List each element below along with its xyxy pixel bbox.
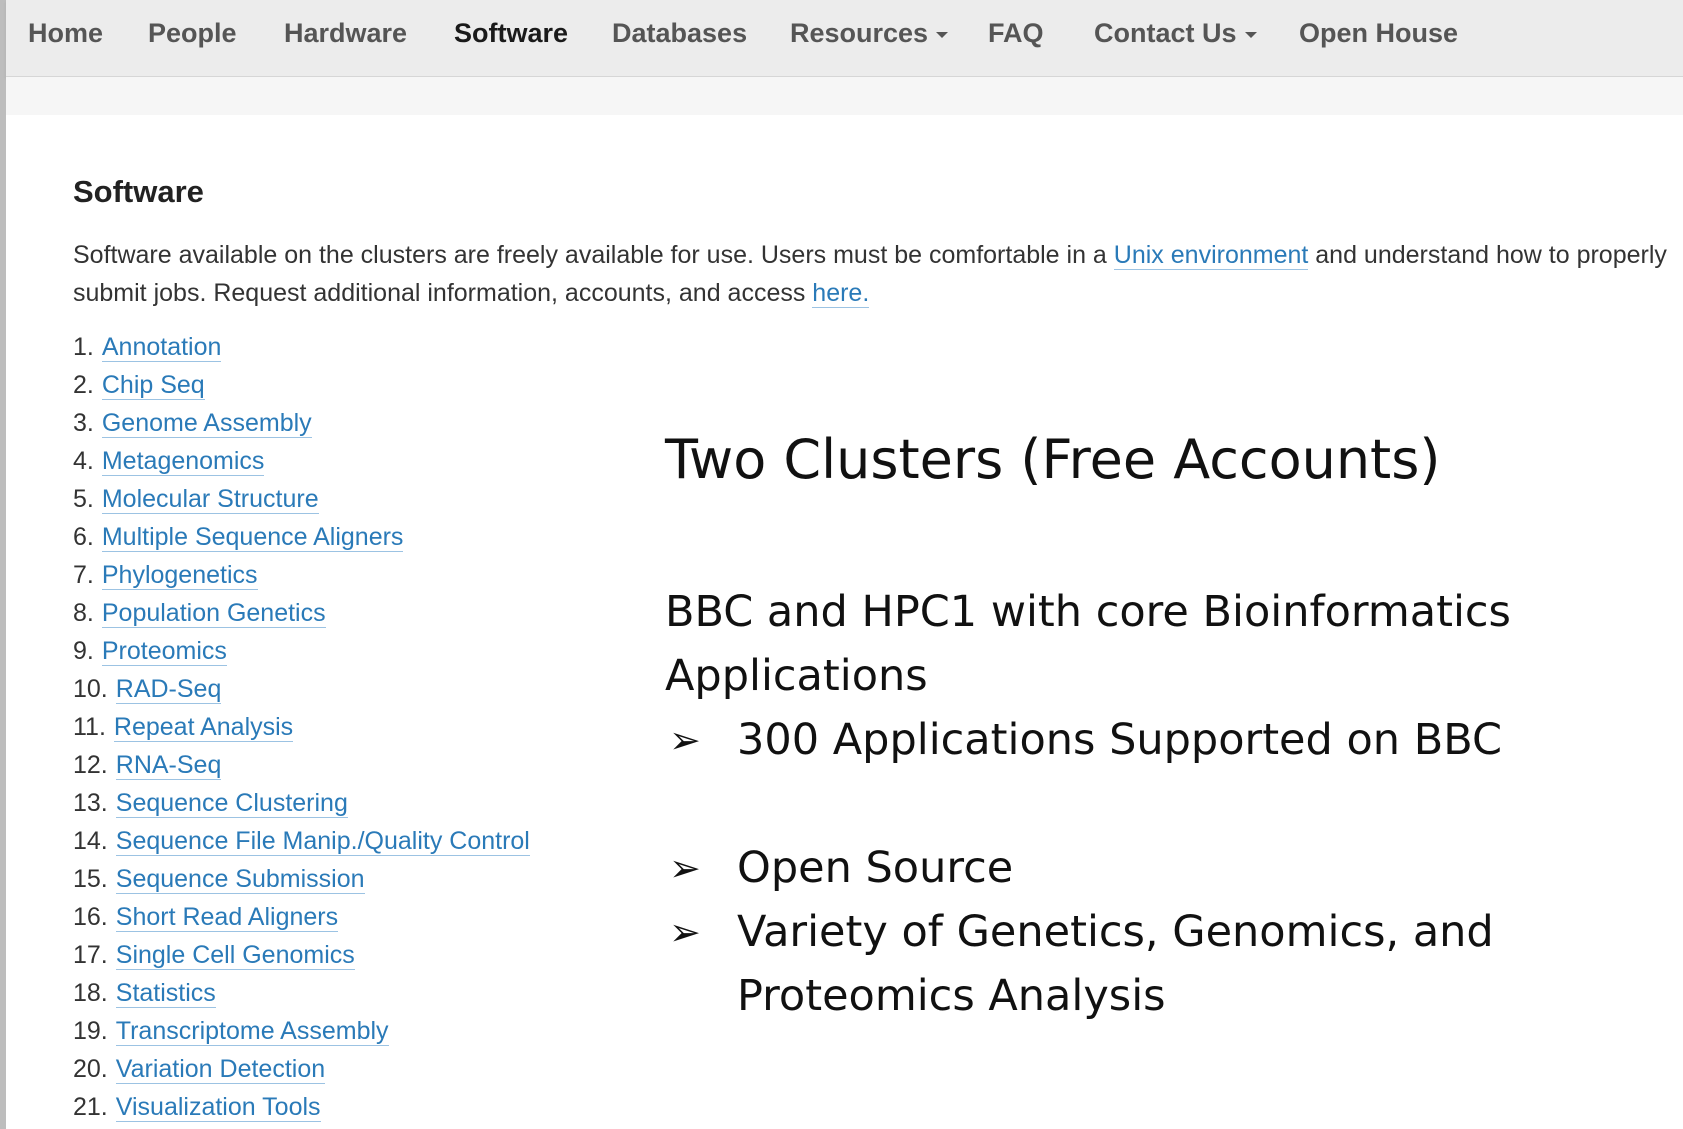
software-list-item: 10. RAD-Seq — [73, 670, 530, 708]
list-item-number: 10. — [73, 675, 108, 703]
software-category-link[interactable]: Sequence File Manip./Quality Control — [115, 827, 530, 856]
slide-bullet: ➢ 300 Applications Supported on BBC — [665, 708, 1625, 772]
nav-contact-label: Contact Us — [1094, 18, 1237, 48]
nav-open-house[interactable]: Open House — [1299, 18, 1458, 49]
nav-hardware[interactable]: Hardware — [284, 18, 407, 49]
software-category-link[interactable]: Repeat Analysis — [113, 713, 294, 742]
list-item-number: 11. — [73, 713, 106, 741]
nav-software[interactable]: Software — [454, 18, 568, 49]
page: Home People Hardware Software Databases … — [0, 0, 1683, 1129]
list-item-number: 17. — [73, 941, 108, 969]
software-list-item: 21. Visualization Tools — [73, 1088, 530, 1126]
list-item-number: 5. — [73, 485, 94, 513]
slide-bullet: ➢ Variety of Genetics, Genomics, and Pro… — [665, 900, 1625, 1028]
list-item-number: 7. — [73, 561, 94, 589]
slide-paragraph: BBC and HPC1 with core Bioinformatics Ap… — [665, 587, 1511, 701]
software-category-link[interactable]: Statistics — [115, 979, 216, 1008]
software-category-link[interactable]: Annotation — [101, 333, 222, 362]
software-list-item: 17. Single Cell Genomics — [73, 936, 530, 974]
list-item-number: 15. — [73, 865, 108, 893]
list-item-number: 14. — [73, 827, 108, 855]
top-navbar: Home People Hardware Software Databases … — [6, 0, 1683, 77]
nav-resources-label: Resources — [790, 18, 929, 48]
software-list-item: 12. RNA-Seq — [73, 746, 530, 784]
software-category-link[interactable]: Chip Seq — [101, 371, 205, 400]
software-category-link[interactable]: Variation Detection — [115, 1055, 326, 1084]
unix-environment-link[interactable]: Unix environment — [1113, 241, 1309, 270]
nav-resources-dropdown[interactable]: Resources — [790, 18, 949, 49]
software-list-item: 18. Statistics — [73, 974, 530, 1012]
software-list-item: 7. Phylogenetics — [73, 556, 530, 594]
software-list-item: 19. Transcriptome Assembly — [73, 1012, 530, 1050]
software-category-link[interactable]: Metagenomics — [101, 447, 265, 476]
arrow-bullet-icon: ➢ — [669, 910, 701, 954]
list-item-number: 6. — [73, 523, 94, 551]
list-item-number: 13. — [73, 789, 108, 817]
nav-faq[interactable]: FAQ — [988, 18, 1044, 49]
software-category-link[interactable]: Population Genetics — [101, 599, 326, 628]
software-category-link[interactable]: Single Cell Genomics — [115, 941, 355, 970]
software-list-item: 2. Chip Seq — [73, 366, 530, 404]
access-here-link[interactable]: here. — [812, 279, 870, 308]
slide-title: Two Clusters (Free Accounts) — [665, 428, 1441, 491]
software-category-link[interactable]: Visualization Tools — [115, 1093, 321, 1122]
software-category-link[interactable]: Genome Assembly — [101, 409, 312, 438]
software-list-item: 16. Short Read Aligners — [73, 898, 530, 936]
software-list-item: 13. Sequence Clustering — [73, 784, 530, 822]
caret-down-icon — [1244, 31, 1257, 38]
software-list-item: 9. Proteomics — [73, 632, 530, 670]
slide-bullet: ➢ Open Source — [665, 836, 1625, 900]
intro-paragraph: Software available on the clusters are f… — [73, 236, 1673, 312]
software-category-link[interactable]: Sequence Submission — [115, 865, 365, 894]
nav-home[interactable]: Home — [28, 18, 103, 49]
caret-down-icon — [936, 31, 949, 38]
software-list-item: 6. Multiple Sequence Aligners — [73, 518, 530, 556]
software-category-link[interactable]: RAD-Seq — [115, 675, 222, 704]
software-list-item: 14. Sequence File Manip./Quality Control — [73, 822, 530, 860]
software-list-item: 1. Annotation — [73, 328, 530, 366]
software-category-link[interactable]: RNA-Seq — [115, 751, 222, 780]
sub-navbar — [6, 77, 1683, 115]
list-item-number: 16. — [73, 903, 108, 931]
software-category-link[interactable]: Multiple Sequence Aligners — [101, 523, 404, 552]
software-category-link[interactable]: Sequence Clustering — [115, 789, 348, 818]
software-category-list: 1. Annotation 2. Chip Seq 3. Genome Assembly 4… — [73, 328, 530, 1126]
arrow-bullet-icon: ➢ — [669, 846, 701, 890]
software-list-item: 15. Sequence Submission — [73, 860, 530, 898]
list-item-number: 19. — [73, 1017, 108, 1045]
software-list-item: 5. Molecular Structure — [73, 480, 530, 518]
list-item-number: 8. — [73, 599, 94, 627]
list-item-number: 20. — [73, 1055, 108, 1083]
software-category-link[interactable]: Transcriptome Assembly — [115, 1017, 389, 1046]
software-list-item: 8. Population Genetics — [73, 594, 530, 632]
slide-bullet-text: Open Source — [737, 843, 1014, 893]
list-item-number: 2. — [73, 371, 94, 399]
nav-people[interactable]: People — [148, 18, 237, 49]
slide-bullet-text: Variety of Genetics, Genomics, and Prote… — [737, 907, 1494, 1021]
software-category-link[interactable]: Proteomics — [101, 637, 227, 666]
list-item-number: 4. — [73, 447, 94, 475]
nav-databases[interactable]: Databases — [612, 18, 747, 49]
list-item-number: 12. — [73, 751, 108, 779]
software-list-item: 20. Variation Detection — [73, 1050, 530, 1088]
software-list-item: 3. Genome Assembly — [73, 404, 530, 442]
software-category-link[interactable]: Phylogenetics — [101, 561, 258, 590]
page-heading: Software — [73, 174, 204, 209]
software-category-link[interactable]: Short Read Aligners — [115, 903, 339, 932]
list-item-number: 3. — [73, 409, 94, 437]
list-item-number: 21. — [73, 1093, 108, 1121]
list-item-number: 18. — [73, 979, 108, 1007]
arrow-bullet-icon: ➢ — [669, 718, 701, 762]
software-list-item: 11. Repeat Analysis — [73, 708, 530, 746]
software-list-item: 4. Metagenomics — [73, 442, 530, 480]
list-item-number: 1. — [73, 333, 94, 361]
list-item-number: 9. — [73, 637, 94, 665]
nav-contact-dropdown[interactable]: Contact Us — [1094, 18, 1257, 49]
software-category-link[interactable]: Molecular Structure — [101, 485, 319, 514]
intro-text-1: Software available on the clusters are f… — [73, 241, 1114, 269]
slide-bullet-text: 300 Applications Supported on BBC — [737, 715, 1502, 765]
window-left-edge — [0, 0, 6, 1129]
